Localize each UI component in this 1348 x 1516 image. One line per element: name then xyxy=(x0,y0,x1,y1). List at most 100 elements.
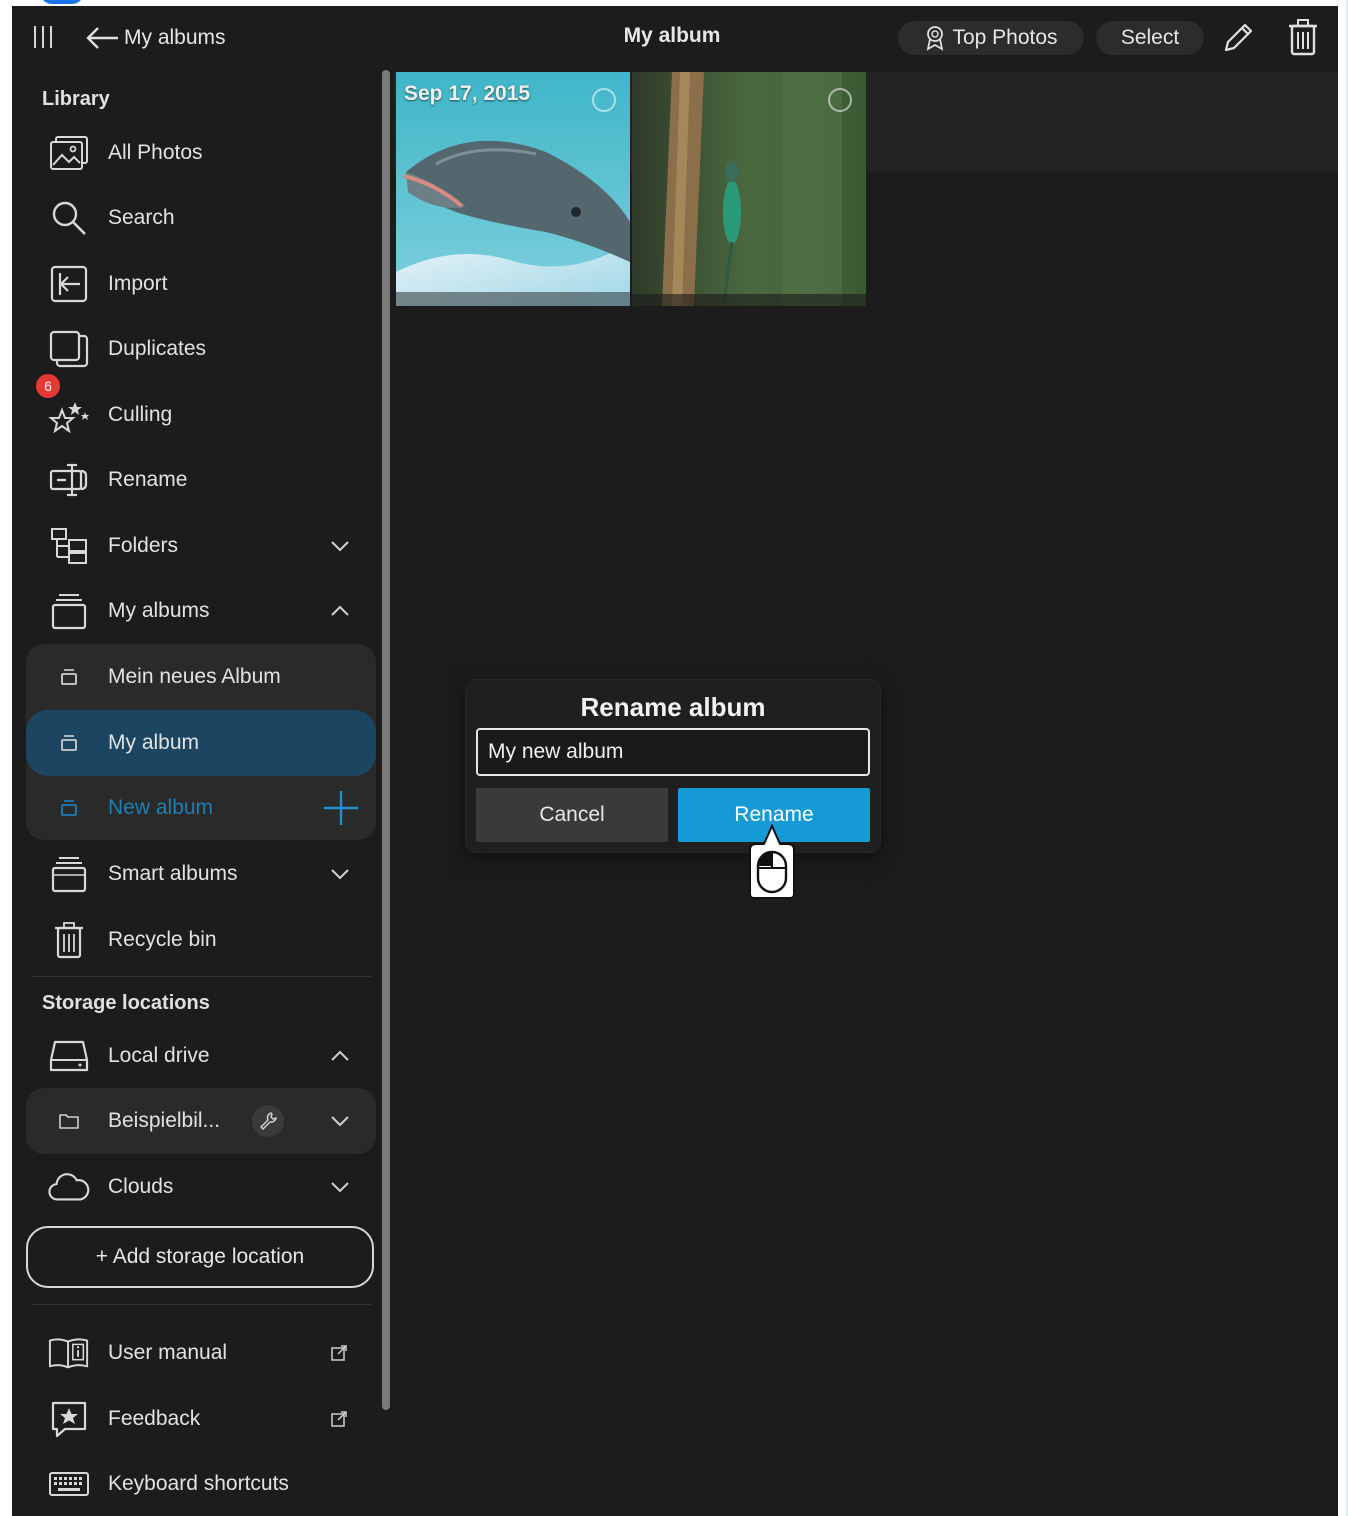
sidebar-item-user-manual[interactable]: User manual xyxy=(26,1322,376,1384)
sidebar-item-smart-albums[interactable]: Smart albums xyxy=(26,843,376,905)
wrench-icon xyxy=(260,1112,277,1130)
photo-thumbnail[interactable] xyxy=(632,72,866,306)
feedback-star-icon xyxy=(51,1401,87,1438)
sidebar-label-import: Import xyxy=(108,272,168,295)
external-link-icon xyxy=(331,1411,347,1427)
sidebar-item-search[interactable]: Search xyxy=(26,187,376,249)
sidebar-label-my-albums: My albums xyxy=(108,599,210,622)
sidebar-scrollbar[interactable] xyxy=(382,70,390,1410)
folder-tree-icon xyxy=(51,528,87,564)
album-icon xyxy=(61,669,77,685)
book-info-icon xyxy=(48,1338,89,1369)
top-photos-label: Top Photos xyxy=(952,26,1058,49)
sidebar-item-feedback[interactable]: Feedback xyxy=(26,1388,376,1450)
chevron-up-icon[interactable] xyxy=(330,601,350,621)
add-storage-location-button[interactable]: + Add storage location xyxy=(26,1226,374,1288)
album-label: My album xyxy=(108,731,200,754)
chevron-down-icon[interactable] xyxy=(330,536,350,556)
sidebar-label-local-drive: Local drive xyxy=(108,1044,210,1067)
culling-count-badge: 6 xyxy=(36,374,60,398)
sidebar-label-rename: Rename xyxy=(108,468,188,491)
image-gallery-icon xyxy=(50,136,88,170)
photo-thumbnail[interactable]: Sep 17, 2015 xyxy=(396,72,630,306)
sidebar-item-import[interactable]: Import xyxy=(26,253,376,315)
pencil-icon[interactable] xyxy=(1220,20,1256,56)
sidebar-label-search: Search xyxy=(108,206,175,229)
storage-folder-label: Beispielbil... xyxy=(108,1109,221,1132)
dialog-title: Rename album xyxy=(580,692,766,722)
sidebar-item-all-photos[interactable]: All Photos xyxy=(26,122,376,184)
sidebar-label-all-photos: All Photos xyxy=(108,141,203,164)
select-circle[interactable] xyxy=(828,88,852,112)
sidebar-item-my-albums[interactable]: My albums xyxy=(26,580,376,642)
select-button[interactable]: Select xyxy=(1096,21,1204,55)
chevron-down-icon[interactable] xyxy=(330,1111,350,1131)
cancel-button[interactable]: Cancel xyxy=(476,788,668,842)
storage-section-title: Storage locations xyxy=(42,992,210,1014)
sidebar-label-culling: Culling xyxy=(108,403,173,426)
mouse-click-cursor-icon xyxy=(749,824,795,899)
chevron-down-icon[interactable] xyxy=(330,1177,350,1197)
new-album-label: New album xyxy=(108,796,214,819)
sidebar-label-folders: Folders xyxy=(108,534,179,557)
album-icon xyxy=(61,800,77,816)
sidebar-item-keyboard-shortcuts[interactable]: Keyboard shortcuts xyxy=(26,1453,376,1515)
arrow-left-icon xyxy=(86,27,118,49)
sidebar-label-duplicates: Duplicates xyxy=(108,337,207,360)
sidebar-divider xyxy=(32,1304,372,1305)
select-circle[interactable] xyxy=(592,88,616,112)
stars-icon xyxy=(48,402,89,434)
window-corner-indicator xyxy=(40,0,84,4)
sidebar-item-duplicates[interactable]: Duplicates xyxy=(26,318,376,380)
smart-album-icon xyxy=(51,857,87,893)
sidebar-item-local-drive[interactable]: Local drive xyxy=(26,1025,376,1087)
app-window: My albums My album Top Photos Select Lib xyxy=(12,6,1338,1516)
sidebar-label-smart-albums: Smart albums xyxy=(108,862,238,885)
sidebar-label-clouds: Clouds xyxy=(108,1175,174,1198)
sidebar-label-recycle-bin: Recycle bin xyxy=(108,928,217,951)
rename-album-dialog: Rename album Cancel Rename xyxy=(466,680,880,852)
back-label: My albums xyxy=(124,26,226,49)
top-bar: My albums My album Top Photos Select xyxy=(12,6,1338,70)
album-icon xyxy=(61,735,77,751)
hard-drive-icon xyxy=(49,1040,89,1072)
page-title: My album xyxy=(623,24,721,47)
sidebar-item-folders[interactable]: Folders xyxy=(26,515,376,577)
album-item-my-album[interactable]: My album xyxy=(26,712,376,774)
keyboard-icon xyxy=(49,1472,89,1496)
sidebar-label-feedback: Feedback xyxy=(108,1407,201,1430)
chevron-down-icon[interactable] xyxy=(330,864,350,884)
sidebar-toggle-icon[interactable] xyxy=(30,24,56,50)
sidebar-label-keyboard-shortcuts: Keyboard shortcuts xyxy=(108,1472,289,1495)
album-icon xyxy=(51,594,87,630)
album-name-input[interactable] xyxy=(476,728,870,776)
sidebar-item-culling[interactable]: Culling xyxy=(26,384,376,446)
new-album-item[interactable]: New album xyxy=(26,777,376,839)
sidebar-label-user-manual: User manual xyxy=(108,1341,228,1364)
library-section-title: Library xyxy=(42,88,110,110)
photo-date: Sep 17, 2015 xyxy=(404,82,531,105)
album-item-mein-neues-album[interactable]: Mein neues Album xyxy=(26,646,376,708)
import-icon xyxy=(50,265,88,303)
trash-icon[interactable] xyxy=(1286,18,1320,56)
sidebar-divider xyxy=(32,976,372,977)
sidebar-item-rename[interactable]: Rename xyxy=(26,449,376,511)
album-label: Mein neues Album xyxy=(108,665,281,688)
back-button[interactable]: My albums xyxy=(84,20,226,56)
wrench-button[interactable] xyxy=(252,1105,284,1137)
plus-icon[interactable] xyxy=(322,789,360,827)
trash-icon xyxy=(55,922,83,959)
storage-folder-beispielbilder[interactable]: Beispielbil... xyxy=(26,1090,376,1152)
external-link-icon xyxy=(331,1345,347,1361)
duplicates-icon xyxy=(49,330,89,368)
award-icon xyxy=(927,26,944,51)
folder-icon xyxy=(59,1114,79,1129)
sidebar: Library All Photos Search Import Duplica… xyxy=(12,70,380,1516)
chevron-up-icon[interactable] xyxy=(330,1046,350,1066)
cloud-icon xyxy=(48,1173,90,1201)
sidebar-item-recycle-bin[interactable]: Recycle bin xyxy=(26,909,376,971)
top-photos-button[interactable]: Top Photos xyxy=(898,21,1084,55)
sidebar-item-clouds[interactable]: Clouds xyxy=(26,1156,376,1218)
search-icon xyxy=(52,201,86,235)
rename-icon xyxy=(49,463,88,497)
